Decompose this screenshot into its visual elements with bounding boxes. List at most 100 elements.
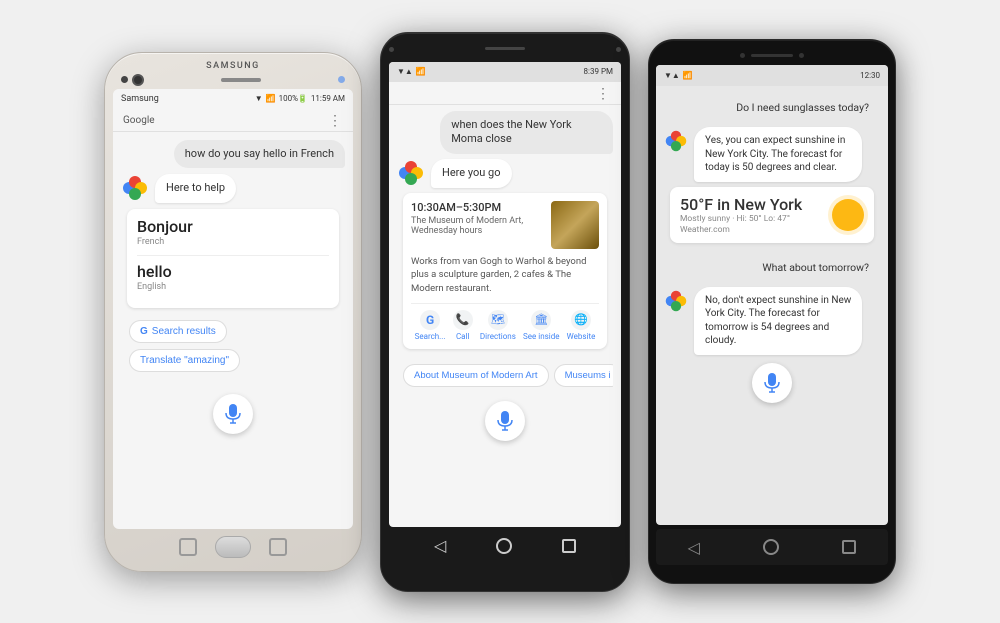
place-card: 10:30AM–5:30PM The Museum of Modern Art,… [403,193,607,349]
pixel-sensor-1 [740,53,745,58]
action-directions[interactable]: 🗺 Directions [480,310,516,341]
nexus-nav-bar: ◁ [389,527,621,565]
home-btn-nexus[interactable] [496,538,512,554]
phone-samsung: SAMSUNG Samsung ▼ 📶 100%🔋 11:59 AM Googl… [104,52,362,572]
action-buttons-1: G Search results Translate "amazing" [121,314,345,378]
sensor-dot-2 [616,47,621,52]
status-icons-left-2: ▼▲ 📶 [397,67,426,76]
search-icon-place: G [420,310,440,330]
see-inside-icon: 🏛 [531,310,551,330]
google-dots-3b [664,289,688,313]
weather-card: 50°F in New York Mostly sunny · Hi: 50° … [670,187,874,243]
phone-nexus: ▼▲ 📶 8:39 PM ⋮ when does the New York Mo… [380,32,630,592]
weather-conditions: Mostly sunny · Hi: 50° Lo: 47° [680,214,832,224]
assistant-bubble-3a: Yes, you can expect sunshine in New York… [694,127,862,182]
assistant-bubble-2: Here you go [431,159,512,188]
nexus-speaker [485,47,525,50]
assistant-row-3b: No, don't expect sunshine in New York Ci… [664,287,880,355]
app-bar-1: Google ⋮ [113,109,353,131]
mic-icon-2 [496,410,514,432]
app-title-1: Google [123,115,155,126]
call-icon: 📞 [453,310,473,330]
place-hours: 10:30AM–5:30PM [411,201,545,214]
suggest-btn-2[interactable]: Museums i [554,364,613,387]
trans-lang-2: English [137,282,329,292]
recents-btn-pixel[interactable] [842,540,856,554]
menu-dots-2[interactable]: ⋮ [596,86,611,102]
status-time-2: 8:39 PM [584,67,613,76]
status-bar-2: ▼▲ 📶 8:39 PM [389,62,621,82]
back-btn-nexus[interactable]: ◁ [434,536,446,555]
place-image [551,201,599,249]
status-icons-right-3: 12:30 [860,71,880,80]
speaker [221,78,261,82]
back-btn-samsung[interactable] [179,538,197,556]
sensor [338,76,345,83]
status-bar-3: ▼▲ 📶 12:30 [656,65,888,85]
user-bubble-2: when does the New York Moma close [440,111,613,155]
assistant-bubble-3b: No, don't expect sunshine in New York Ci… [694,287,862,355]
assistant-row-3a: Yes, you can expect sunshine in New York… [664,127,880,182]
action-call[interactable]: 📞 Call [453,310,473,341]
mic-icon-3 [763,372,781,394]
back-btn-pixel[interactable]: ◁ [688,538,700,557]
search-results-button[interactable]: G Search results [129,320,227,343]
nexus-screen: ▼▲ 📶 8:39 PM ⋮ when does the New York Mo… [389,62,621,527]
mic-button-2[interactable] [485,401,525,441]
recents-btn-samsung[interactable] [269,538,287,556]
camera-lens [132,74,144,86]
status-carrier: Samsung [121,94,159,104]
action-website[interactable]: 🌐 Website [567,310,596,341]
menu-dots-1[interactable]: ⋮ [328,113,343,129]
sun-icon [832,199,864,231]
mic-button-3[interactable] [752,363,792,403]
pixel-nav-bar: ◁ [656,529,888,565]
assistant-row-2: Here you go [397,159,613,188]
place-name: The Museum of Modern Art, Wednesday hour… [411,216,545,236]
suggest-buttons-2: About Museum of Modern Art Museums i [397,360,613,391]
user-bubble-3: Do I need sunglasses today? [725,94,880,122]
pixel-screen: ▼▲ 📶 12:30 Do I need sunglasses today? Y… [656,65,888,525]
status-icons-left-3: ▼▲ 📶 [664,71,693,80]
action-see-inside[interactable]: 🏛 See inside [523,310,559,341]
chat-area-2: when does the New York Moma close Here y… [389,105,621,397]
pixel-speaker [751,54,793,57]
home-btn-samsung[interactable] [215,536,251,558]
user-bubble-4: What about tomorrow? [751,254,880,282]
google-dots-2 [397,159,425,187]
weather-left: 50°F in New York Mostly sunny · Hi: 50° … [680,195,832,235]
app-bar-2: ⋮ [389,82,621,104]
front-camera [121,76,128,83]
trans-word-2: hello [137,262,329,281]
weather-source: Weather.com [680,225,832,235]
directions-icon: 🗺 [488,310,508,330]
status-time-1: 11:59 AM [311,94,345,103]
mic-icon-1 [224,403,242,425]
google-dots-3 [664,129,688,153]
samsung-screen: Samsung ▼ 📶 100%🔋 11:59 AM Google ⋮ how … [113,89,353,529]
translation-card: Bonjour French hello English [127,209,339,308]
assistant-row-1: Here to help [121,174,345,203]
mic-area-2 [389,397,621,445]
weather-temp: 50°F in New York [680,195,832,214]
phone-pixel: ▼▲ 📶 12:30 Do I need sunglasses today? Y… [648,39,896,584]
pixel-sensors [656,47,888,63]
trans-word-1: Bonjour [137,217,329,236]
suggest-btn-1[interactable]: About Museum of Modern Art [403,364,549,387]
trans-divider [137,255,329,256]
chat-area-1: how do you say hello in French Here to h… [113,132,353,387]
action-search[interactable]: G Search... [415,310,446,341]
mic-button-1[interactable] [213,394,253,434]
user-bubble-1: how do you say hello in French [174,140,345,169]
home-btn-pixel[interactable] [763,539,779,555]
chat-area-3: Do I need sunglasses today? Yes, you can… [656,86,888,359]
recents-btn-nexus[interactable] [562,539,576,553]
nexus-sensors [389,41,621,59]
place-desc: Works from van Gogh to Warhol & beyond p… [411,255,599,295]
status-icons-right-2: 8:39 PM [584,67,613,76]
translate-button[interactable]: Translate "amazing" [129,349,240,372]
status-bar-1: Samsung ▼ 📶 100%🔋 11:59 AM [113,89,353,109]
status-time-3: 12:30 [860,71,880,80]
samsung-home-bar [113,533,353,561]
trans-lang-1: French [137,237,329,247]
